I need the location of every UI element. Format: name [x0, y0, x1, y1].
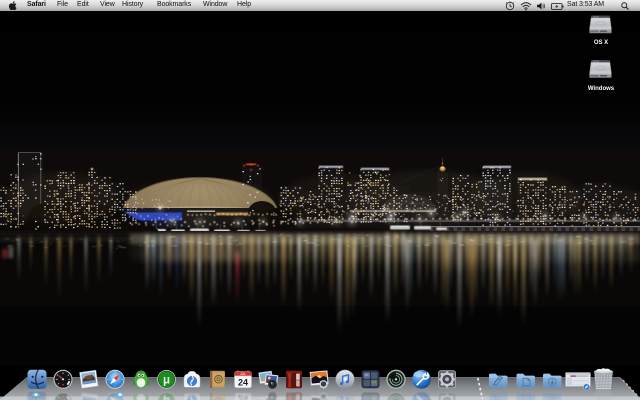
- svg-text:JUL: JUL: [240, 372, 246, 376]
- svg-text:μ: μ: [163, 374, 170, 386]
- svg-text:μ: μ: [163, 394, 170, 400]
- svg-text:24: 24: [238, 394, 248, 400]
- svg-text:24: 24: [238, 377, 248, 387]
